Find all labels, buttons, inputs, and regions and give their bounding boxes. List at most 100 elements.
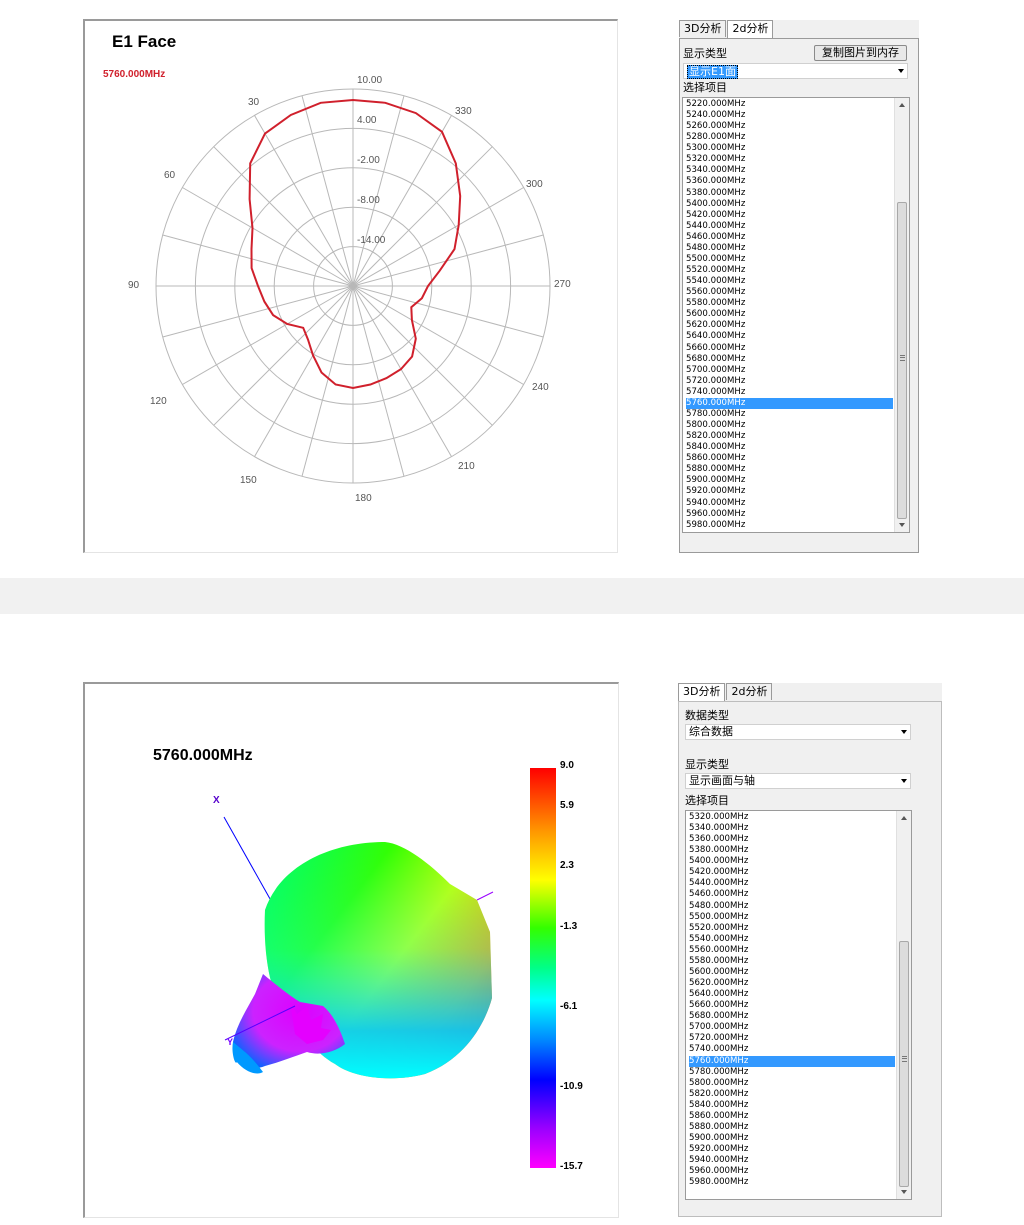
frequency-list-item[interactable]: 5760.000MHz [686,397,893,409]
3d-radiation-view: 5760.000MHz X Y 9.0 5.9 2.3 -1.3 -6.1 -1… [153,747,583,1172]
angle-label: 330 [455,106,472,117]
tab-3d-analysis[interactable]: 3D分析 [679,20,727,37]
frequency-list-item[interactable]: 5840.000MHz [686,442,893,453]
frequency-list-item[interactable]: 5780.000MHz [689,1067,895,1078]
frequency-list-item[interactable]: 5700.000MHz [686,365,893,376]
frequency-list-item[interactable]: 5560.000MHz [686,287,893,298]
display-type-label: 显示类型 [683,47,727,60]
frequency-list-item[interactable]: 5260.000MHz [686,121,893,132]
frequency-list-item[interactable]: 5500.000MHz [689,912,895,923]
angle-label: 210 [458,461,475,472]
frequency-list-item[interactable]: 5640.000MHz [689,989,895,1000]
frequency-list-item[interactable]: 5440.000MHz [686,221,893,232]
frequency-list-item[interactable]: 5600.000MHz [686,309,893,320]
frequency-list-item[interactable]: 5220.000MHz [686,99,893,110]
scroll-down-icon[interactable] [897,1186,911,1198]
frequency-list-item[interactable]: 5520.000MHz [689,923,895,934]
frequency-list-item[interactable]: 5940.000MHz [689,1155,895,1166]
display-type-select[interactable]: 显示E1面 [683,63,908,79]
scroll-down-icon[interactable] [895,519,909,531]
frequency-list-item[interactable]: 5320.000MHz [689,812,895,823]
frequency-list-item[interactable]: 5820.000MHz [686,431,893,442]
frequency-list-item[interactable]: 5680.000MHz [689,1011,895,1022]
frequency-list-item[interactable]: 5740.000MHz [689,1044,895,1055]
frequency-list-item[interactable]: 5800.000MHz [689,1078,895,1089]
scroll-up-icon[interactable] [895,99,909,111]
frequency-list-item[interactable]: 5900.000MHz [686,475,893,486]
frequency-list-item[interactable]: 5480.000MHz [686,243,893,254]
frequency-list-item[interactable]: 5720.000MHz [686,376,893,387]
frequency-list-item[interactable]: 5760.000MHz [689,1055,895,1067]
frequency-list-item[interactable]: 5540.000MHz [686,276,893,287]
frequency-list-item[interactable]: 5380.000MHz [689,845,895,856]
frequency-list-item[interactable]: 5740.000MHz [686,387,893,398]
frequency-list-item[interactable]: 5780.000MHz [686,409,893,420]
frequency-list-item[interactable]: 5620.000MHz [689,978,895,989]
frequency-list-item[interactable]: 5240.000MHz [686,110,893,121]
frequency-list-item[interactable]: 5340.000MHz [689,823,895,834]
frequency-list-item[interactable]: 5920.000MHz [686,486,893,497]
frequency-list-item[interactable]: 5540.000MHz [689,934,895,945]
frequency-list-item[interactable]: 5420.000MHz [689,867,895,878]
tab-3d-analysis[interactable]: 3D分析 [678,683,726,702]
frequency-list-item[interactable]: 5320.000MHz [686,154,893,165]
frequency-list-item[interactable]: 5620.000MHz [686,320,893,331]
chevron-down-icon[interactable] [901,730,907,734]
frequency-list-item[interactable]: 5460.000MHz [689,889,895,900]
frequency-list-item[interactable]: 5860.000MHz [686,453,893,464]
tab-2d-analysis[interactable]: 2d分析 [727,20,774,39]
chevron-down-icon[interactable] [898,69,904,73]
frequency-list-item[interactable]: 5900.000MHz [689,1133,895,1144]
frequency-list-item[interactable]: 5580.000MHz [686,298,893,309]
copy-image-button[interactable]: 复制图片到内存 [814,45,907,61]
frequency-list-item[interactable]: 5720.000MHz [689,1033,895,1044]
frequency-list-item[interactable]: 5360.000MHz [689,834,895,845]
frequency-list-item[interactable]: 5960.000MHz [686,509,893,520]
frequency-list-item[interactable]: 5380.000MHz [686,188,893,199]
colorbar-label: -6.1 [560,1001,578,1012]
scrollbar-thumb[interactable] [897,202,907,519]
frequency-list-item[interactable]: 5400.000MHz [689,856,895,867]
frequency-list-item[interactable]: 5980.000MHz [686,520,893,531]
frequency-list-item[interactable]: 5660.000MHz [686,343,893,354]
frequency-list-item[interactable]: 5580.000MHz [689,956,895,967]
frequency-list-item[interactable]: 5880.000MHz [686,464,893,475]
frequency-list-item[interactable]: 5600.000MHz [689,967,895,978]
frequency-listbox[interactable]: 5320.000MHz 5340.000MHz 5360.000MHz 5380.00… [685,810,912,1200]
frequency-list-item[interactable]: 5820.000MHz [689,1089,895,1100]
polar-grid [155,88,551,484]
listbox-scrollbar[interactable] [894,98,909,532]
display-type-select[interactable]: 显示画面与轴 [685,773,911,789]
frequency-list-item[interactable]: 5280.000MHz [686,132,893,143]
frequency-list-item[interactable]: 5460.000MHz [686,232,893,243]
frequency-list-item[interactable]: 5360.000MHz [686,176,893,187]
frequency-list-item[interactable]: 5440.000MHz [689,878,895,889]
frequency-list-item[interactable]: 5800.000MHz [686,420,893,431]
listbox-scrollbar[interactable] [896,811,911,1199]
frequency-list-item[interactable]: 5560.000MHz [689,945,895,956]
frequency-list-item[interactable]: 5420.000MHz [686,210,893,221]
frequency-list-item[interactable]: 5880.000MHz [689,1122,895,1133]
frequency-list-item[interactable]: 5640.000MHz [686,331,893,342]
frequency-list-item[interactable]: 5700.000MHz [689,1022,895,1033]
frequency-list-item[interactable]: 5860.000MHz [689,1111,895,1122]
frequency-list-item[interactable]: 5680.000MHz [686,354,893,365]
frequency-list-item[interactable]: 5520.000MHz [686,265,893,276]
frequency-list-item[interactable]: 5500.000MHz [686,254,893,265]
tab-2d-analysis[interactable]: 2d分析 [726,683,773,700]
frequency-listbox[interactable]: 5220.000MHz 5240.000MHz 5260.000MHz 5280.00… [682,97,910,533]
frequency-list-item[interactable]: 5980.000MHz [689,1177,895,1188]
frequency-list-item[interactable]: 5300.000MHz [686,143,893,154]
frequency-list-item[interactable]: 5840.000MHz [689,1100,895,1111]
frequency-list-item[interactable]: 5340.000MHz [686,165,893,176]
chevron-down-icon[interactable] [901,779,907,783]
scrollbar-thumb[interactable] [899,941,909,1187]
frequency-list-item[interactable]: 5960.000MHz [689,1166,895,1177]
scroll-up-icon[interactable] [897,812,911,824]
frequency-list-item[interactable]: 5920.000MHz [689,1144,895,1155]
frequency-list-item[interactable]: 5940.000MHz [686,498,893,509]
frequency-list-item[interactable]: 5480.000MHz [689,901,895,912]
frequency-list-item[interactable]: 5660.000MHz [689,1000,895,1011]
data-type-select[interactable]: 综合数据 [685,724,911,740]
frequency-list-item[interactable]: 5400.000MHz [686,199,893,210]
